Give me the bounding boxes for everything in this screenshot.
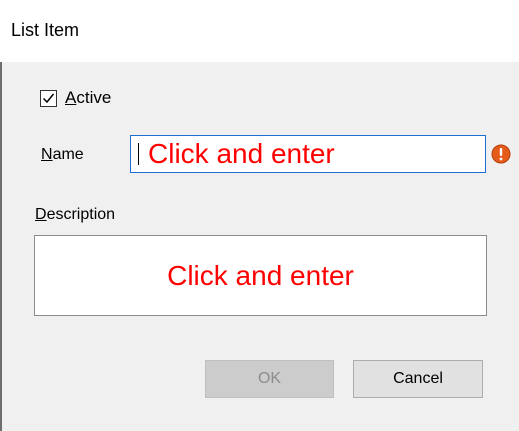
name-label-rest: ame — [52, 146, 84, 163]
cancel-button[interactable]: Cancel — [353, 360, 483, 398]
description-label: Description — [35, 206, 115, 224]
active-checkbox[interactable] — [40, 89, 57, 107]
name-label-accel: N — [41, 146, 53, 163]
name-input[interactable]: Click and enter — [130, 135, 486, 173]
error-exclamation-icon — [491, 144, 511, 164]
list-item-dialog: List Item Active Name Click and enter De… — [0, 0, 519, 431]
name-label: Name — [41, 146, 84, 164]
active-label-rest: ctive — [76, 88, 112, 107]
description-label-rest: escription — [46, 206, 116, 223]
description-input[interactable]: Click and enter — [34, 235, 487, 316]
description-input-hint: Click and enter — [167, 259, 354, 291]
text-caret — [138, 143, 139, 165]
description-label-accel: D — [35, 206, 47, 223]
title-bar[interactable]: List Item — [0, 0, 519, 62]
name-input-hint: Click and enter — [148, 138, 335, 169]
active-label: Active — [65, 88, 111, 108]
active-label-accel: A — [65, 88, 77, 107]
checkmark-icon — [42, 93, 55, 103]
ok-button[interactable]: OK — [205, 360, 334, 398]
window-title: List Item — [11, 20, 80, 40]
active-checkbox-row[interactable]: Active — [40, 86, 111, 110]
